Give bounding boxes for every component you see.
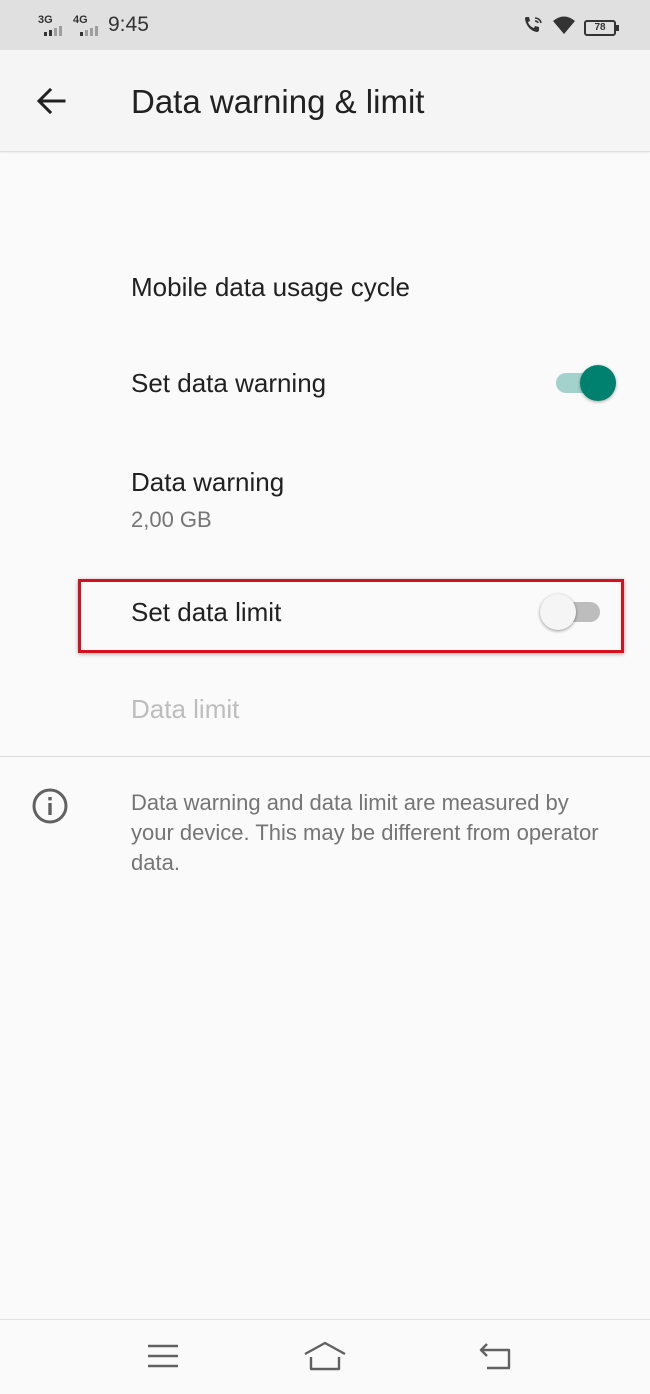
- navigation-bar: [0, 1319, 650, 1394]
- back-icon: [479, 1343, 511, 1370]
- signal-3g-icon: [44, 26, 62, 36]
- set-data-warning-title: Set data warning: [131, 368, 327, 398]
- switch-thumb: [580, 365, 616, 401]
- battery-icon: 78: [584, 19, 619, 36]
- network-4g-label: 4G: [73, 14, 88, 26]
- status-icons: 78: [522, 14, 619, 41]
- network-3g-label: 3G: [38, 14, 53, 26]
- set-data-warning-item[interactable]: Set data warning: [0, 336, 650, 432]
- usage-cycle-title: Mobile data usage cycle: [131, 272, 410, 302]
- signal-4g-icon: [80, 26, 98, 36]
- highlight-box: [78, 579, 624, 653]
- set-data-warning-switch[interactable]: [554, 364, 616, 401]
- menu-icon: [148, 1344, 178, 1368]
- status-time: 9:45: [108, 13, 149, 36]
- divider: [0, 756, 650, 757]
- data-limit-item: Data limit: [0, 661, 650, 756]
- status-bar: 3G 4G 9:45 78: [0, 0, 650, 50]
- wifi-icon: [552, 15, 576, 40]
- usage-cycle-item[interactable]: Mobile data usage cycle: [0, 240, 650, 336]
- back-button[interactable]: [24, 74, 78, 128]
- home-button[interactable]: [303, 1336, 347, 1376]
- menu-button[interactable]: [141, 1336, 185, 1376]
- call-wifi-icon: [522, 14, 544, 41]
- info-text: Data warning and data limit are measured…: [131, 790, 599, 875]
- back-nav-button[interactable]: [473, 1336, 517, 1376]
- page-title: Data warning & limit: [131, 83, 425, 120]
- app-bar: Data warning & limit: [0, 50, 650, 152]
- home-icon: [304, 1341, 346, 1371]
- data-limit-title: Data limit: [131, 694, 240, 724]
- arrow-back-icon: [36, 87, 66, 115]
- info-icon: [32, 788, 68, 824]
- data-warning-item[interactable]: Data warning 2,00 GB: [0, 432, 650, 560]
- data-warning-title: Data warning: [131, 467, 285, 497]
- data-warning-value: 2,00 GB: [131, 507, 212, 532]
